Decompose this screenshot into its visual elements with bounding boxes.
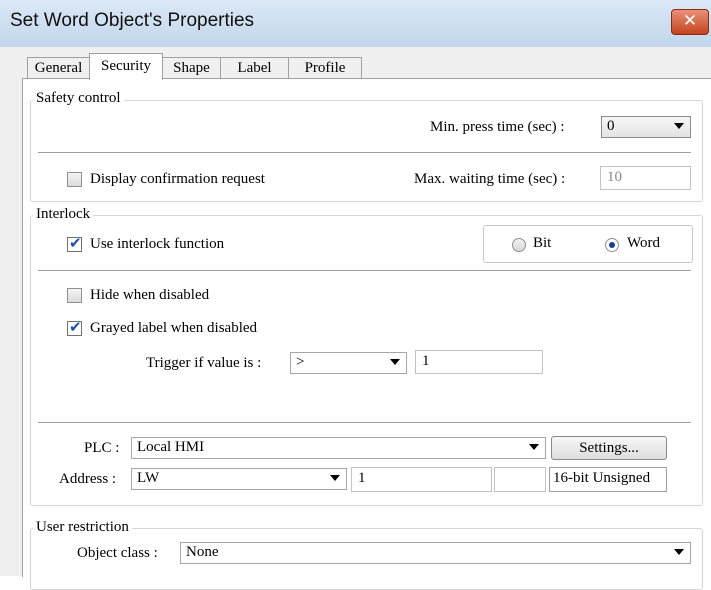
min-press-time-select[interactable]: 0 [601, 116, 691, 138]
max-waiting-time-label: Max. waiting time (sec) : [414, 171, 566, 187]
tab-security[interactable]: Security [89, 53, 163, 80]
tab-general[interactable]: General [27, 57, 90, 79]
max-waiting-time-input[interactable]: 10 [600, 166, 691, 190]
min-press-time-label: Min. press time (sec) : [430, 119, 565, 135]
object-class-label: Object class : [77, 545, 158, 561]
max-waiting-time-value: 10 [607, 169, 622, 185]
tab-label[interactable]: Label [220, 57, 289, 79]
address-index-input[interactable] [494, 467, 546, 492]
address-label: Address : [59, 471, 117, 487]
chevron-down-icon [390, 359, 400, 365]
tab-shape[interactable]: Shape [162, 57, 221, 79]
interlock-title: Interlock [33, 206, 94, 223]
trigger-value-input[interactable]: 1 [415, 350, 543, 374]
address-device-select[interactable]: LW [131, 468, 347, 490]
display-confirmation-label: Display confirmation request [90, 171, 265, 187]
window-title: Set Word Object's Properties [10, 10, 255, 31]
display-confirmation-checkbox[interactable] [67, 172, 82, 187]
chevron-down-icon [330, 475, 340, 481]
grayed-label-checkbox[interactable] [67, 318, 82, 336]
safety-control-title: Safety control [33, 90, 124, 107]
trigger-operator-value: > [296, 354, 305, 370]
plc-value: Local HMI [137, 439, 205, 455]
object-class-select[interactable]: None [180, 542, 691, 564]
radio-word[interactable] [605, 238, 619, 252]
data-type-box: 16-bit Unsigned [549, 467, 667, 492]
separator [38, 270, 691, 272]
address-value: 1 [358, 470, 366, 486]
tab-profile[interactable]: Profile [288, 57, 362, 79]
address-input[interactable]: 1 [351, 467, 492, 492]
chevron-down-icon [674, 123, 684, 129]
settings-button[interactable]: Settings... [551, 436, 667, 460]
user-restriction-title: User restriction [33, 519, 132, 536]
trigger-value: 1 [422, 353, 430, 369]
object-class-value: None [186, 544, 219, 560]
hide-when-disabled-label: Hide when disabled [90, 287, 210, 303]
radio-word-label: Word [627, 235, 660, 251]
address-device-value: LW [137, 470, 160, 486]
chevron-down-icon [529, 444, 539, 450]
hide-when-disabled-checkbox[interactable] [67, 288, 82, 303]
separator [38, 152, 691, 154]
plc-label: PLC : [84, 440, 120, 456]
min-press-time-value: 0 [607, 118, 615, 134]
plc-select[interactable]: Local HMI [131, 437, 546, 459]
close-icon: ✕ [682, 11, 698, 31]
separator [38, 422, 691, 424]
close-button[interactable]: ✕ [671, 9, 709, 35]
use-interlock-checkbox[interactable] [67, 234, 82, 252]
use-interlock-label: Use interlock function [90, 236, 225, 252]
trigger-label: Trigger if value is : [146, 355, 262, 371]
trigger-operator-select[interactable]: > [290, 352, 407, 374]
radio-bit[interactable] [512, 238, 526, 252]
radio-bit-label: Bit [533, 235, 552, 251]
chevron-down-icon [674, 549, 684, 555]
grayed-label-label: Grayed label when disabled [90, 320, 258, 336]
data-type-label: 16-bit Unsigned [553, 470, 651, 486]
